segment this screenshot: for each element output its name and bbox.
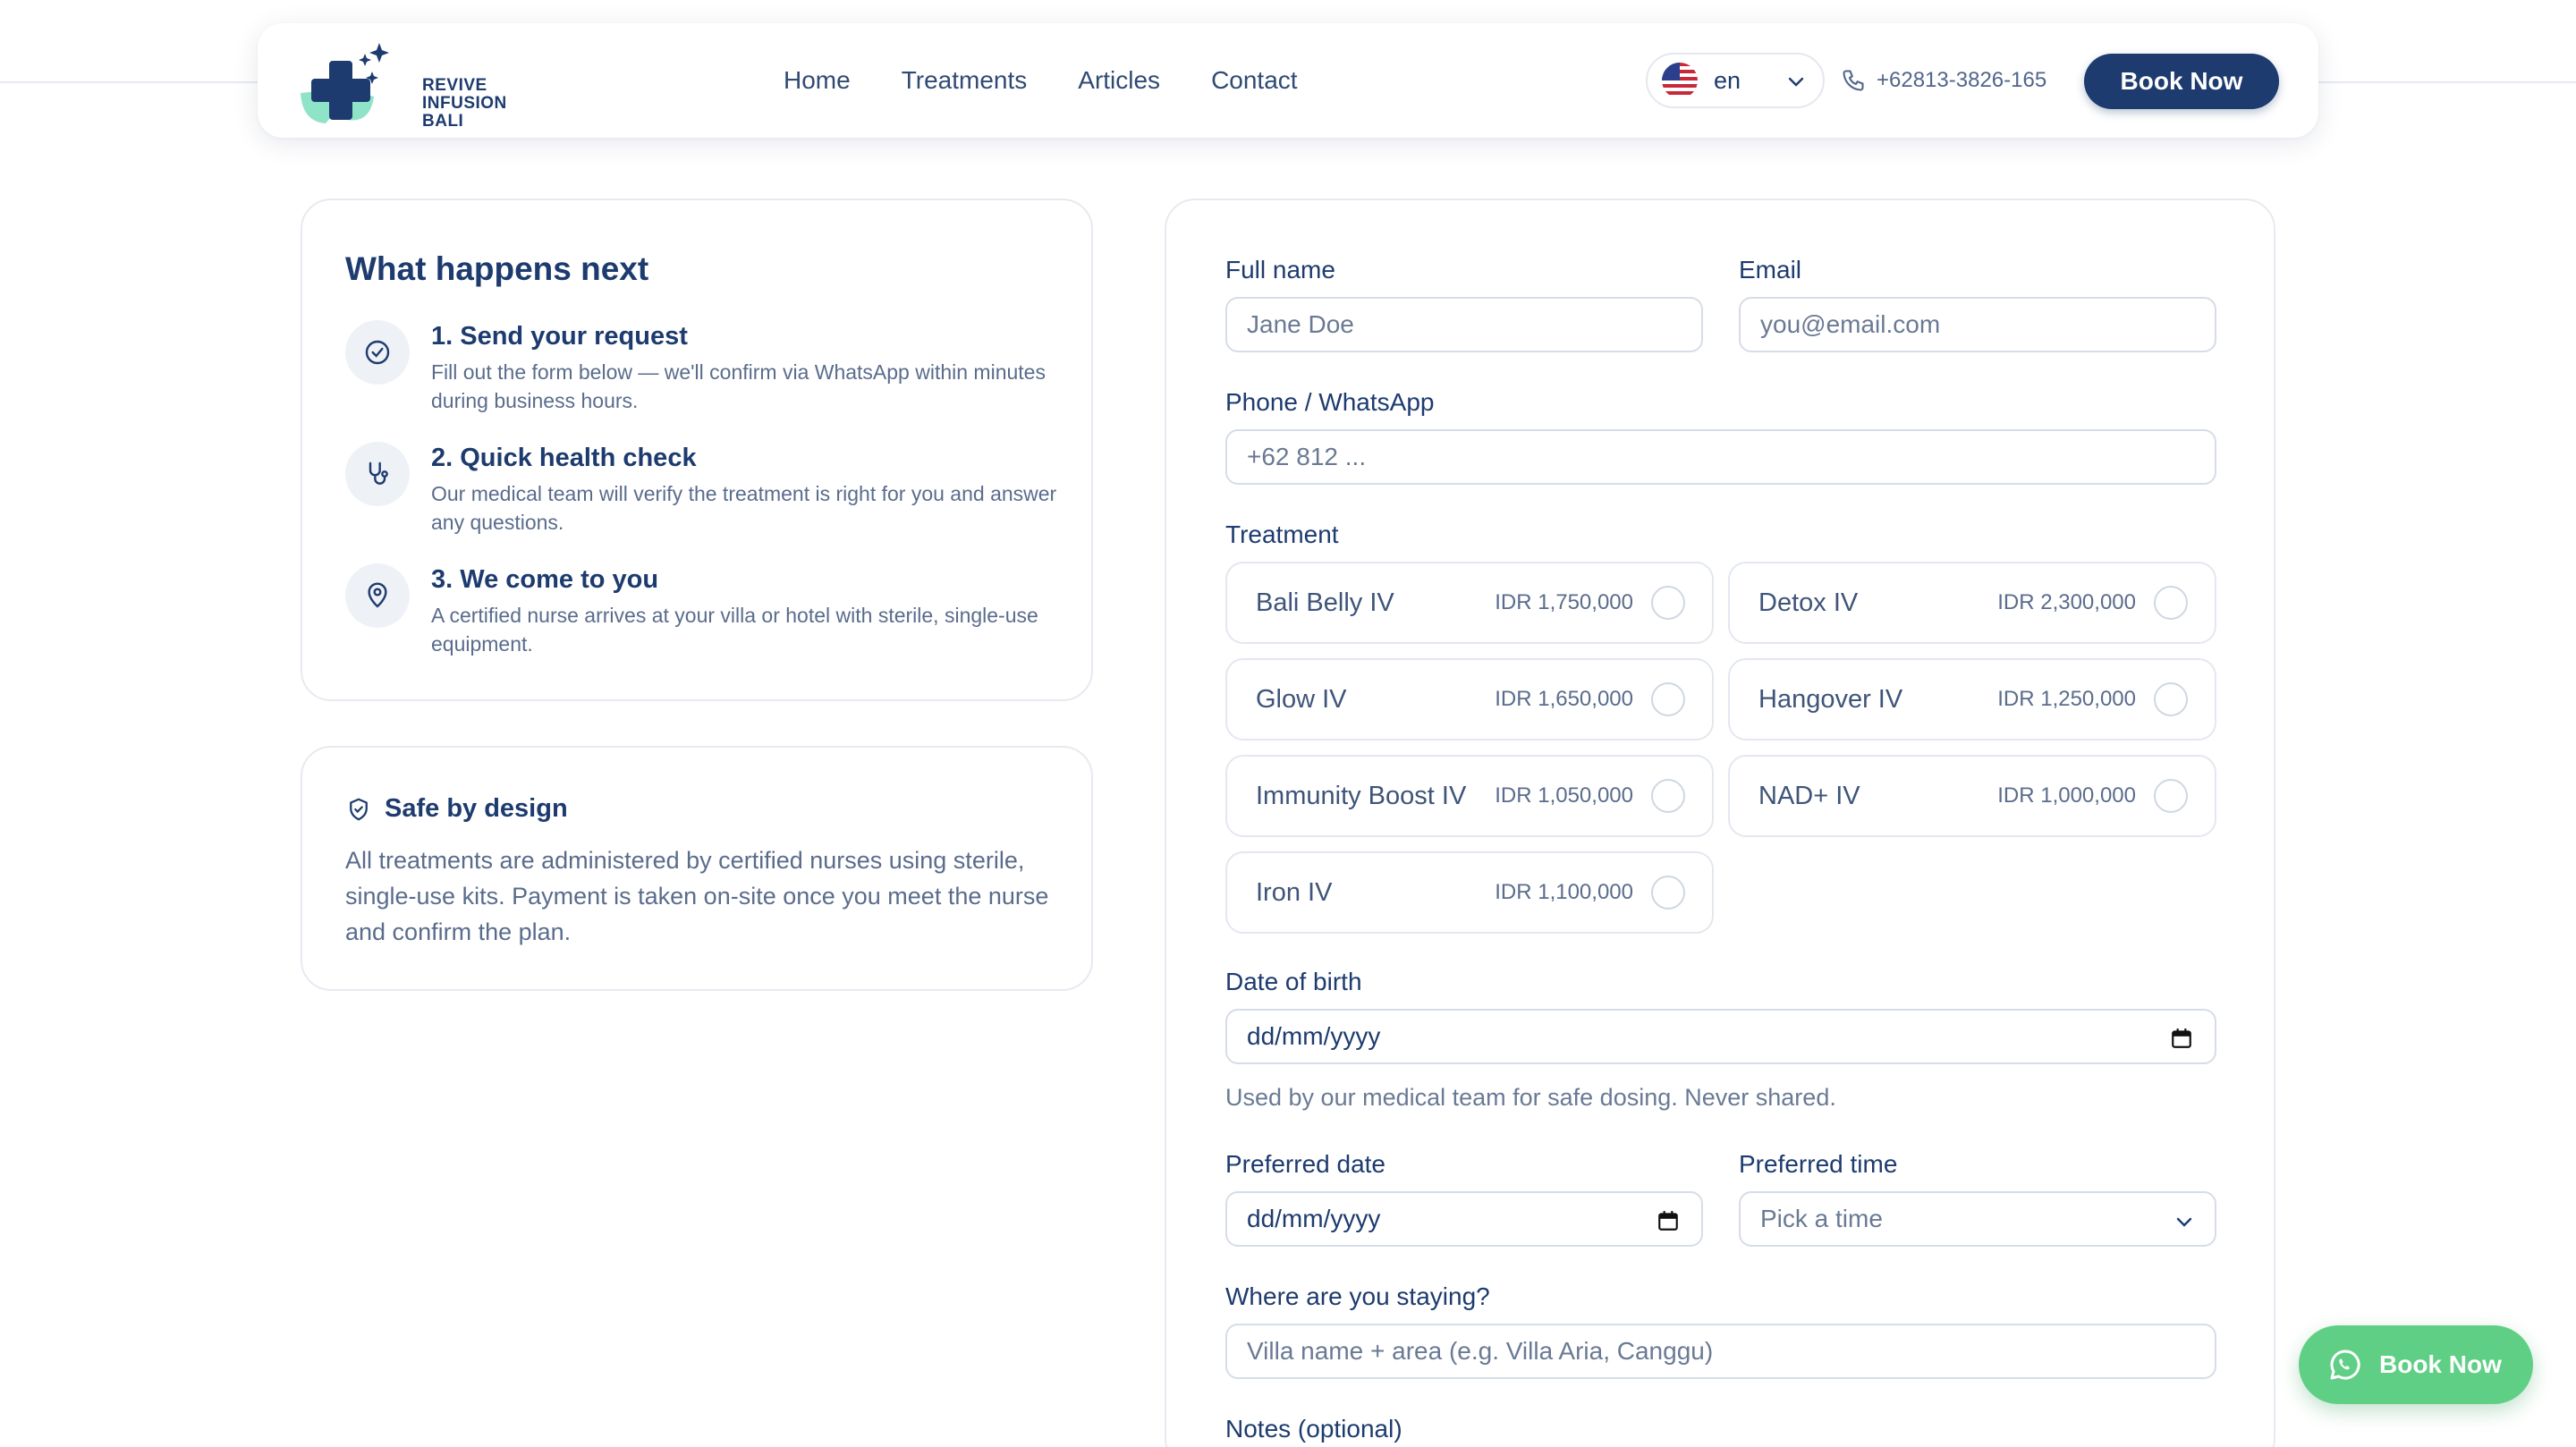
site-header: REVIVE INFUSION BALI Home Treatments Art…: [258, 23, 2318, 138]
step-title: 3. We come to you: [431, 565, 659, 594]
language-select[interactable]: en: [1646, 53, 1825, 108]
treatment-name: Bali Belly IV: [1256, 588, 1394, 617]
safe-title: Safe by design: [345, 794, 568, 824]
treatment-radio[interactable]: [1651, 876, 1685, 910]
phone-number: +62813-3826-165: [1877, 68, 2047, 92]
treatment-name: Iron IV: [1256, 877, 1333, 907]
check-circle-icon: [345, 320, 410, 385]
preferred-time-label: Preferred time: [1739, 1150, 1898, 1178]
phone-label: Phone / WhatsApp: [1225, 388, 1435, 416]
chevron-down-icon: [2176, 1217, 2192, 1227]
treatment-option-bali-belly[interactable]: Bali Belly IV IDR 1,750,000: [1225, 562, 1714, 644]
treatment-name: Glow IV: [1256, 684, 1347, 714]
treatment-option-glow[interactable]: Glow IV IDR 1,650,000: [1225, 658, 1714, 740]
treatment-label: Treatment: [1225, 520, 1339, 548]
treatment-option-nad[interactable]: NAD+ IV IDR 1,000,000: [1728, 755, 2216, 837]
treatment-option-iron[interactable]: Iron IV IDR 1,100,000: [1225, 851, 1714, 934]
phone-icon: [1843, 70, 1864, 91]
calendar-icon[interactable]: [2170, 1027, 2193, 1050]
dob-input[interactable]: dd/mm/yyyy: [1225, 1009, 2216, 1064]
treatment-radio[interactable]: [1651, 586, 1685, 620]
step-title: 1. Send your request: [431, 322, 688, 351]
nav-treatments[interactable]: Treatments: [902, 66, 1028, 95]
step-description: A certified nurse arrives at your villa …: [431, 604, 1038, 656]
us-flag-icon: [1662, 63, 1698, 98]
chevron-down-icon: [1788, 77, 1804, 87]
dob-hint: Used by our medical team for safe dosing…: [1225, 1084, 1836, 1111]
logo-text: REVIVE INFUSION BALI: [422, 76, 507, 131]
whatsapp-icon: [2330, 1350, 2360, 1380]
preferred-time-select[interactable]: Pick a time: [1739, 1191, 2216, 1247]
treatment-option-hangover[interactable]: Hangover IV IDR 1,250,000: [1728, 658, 2216, 740]
stethoscope-icon: [345, 442, 410, 506]
treatment-price: IDR 1,050,000: [1495, 783, 1633, 808]
book-now-button[interactable]: Book Now: [2084, 54, 2279, 109]
step-description: Our medical team will verify the treatme…: [431, 482, 1057, 534]
treatment-name: NAD+ IV: [1758, 781, 1860, 810]
treatment-price: IDR 1,100,000: [1495, 880, 1633, 904]
preferred-date-label: Preferred date: [1225, 1150, 1385, 1178]
preferred-date-input[interactable]: dd/mm/yyyy: [1225, 1191, 1703, 1247]
treatment-radio[interactable]: [2154, 586, 2188, 620]
treatment-name: Detox IV: [1758, 588, 1859, 617]
whatsapp-book-button[interactable]: Book Now: [2299, 1325, 2533, 1404]
treatment-radio[interactable]: [1651, 682, 1685, 716]
full-name-label: Full name: [1225, 256, 1335, 283]
staying-input[interactable]: Villa name + area (e.g. Villa Aria, Cang…: [1225, 1324, 2216, 1379]
safe-description: All treatments are administered by certi…: [345, 847, 1049, 945]
treatment-option-detox[interactable]: Detox IV IDR 2,300,000: [1728, 562, 2216, 644]
logo-mark-icon: [301, 43, 389, 123]
main-nav: Home Treatments Articles Contact: [784, 23, 1298, 138]
calendar-icon[interactable]: [1657, 1209, 1680, 1232]
brand-logo[interactable]: REVIVE INFUSION BALI: [293, 32, 506, 131]
email-input[interactable]: you@email.com: [1739, 297, 2216, 352]
shield-check-icon: [350, 798, 368, 820]
steps-title: What happens next: [345, 250, 649, 287]
language-code: en: [1714, 66, 1741, 94]
treatment-name: Hangover IV: [1758, 684, 1903, 714]
treatment-price: IDR 1,000,000: [1997, 783, 2136, 808]
treatment-option-immunity-boost[interactable]: Immunity Boost IV IDR 1,050,000: [1225, 755, 1714, 837]
phone-link[interactable]: +62813-3826-165: [1841, 23, 2046, 138]
treatment-radio[interactable]: [2154, 779, 2188, 813]
safe-by-design-card: Safe by design All treatments are admini…: [301, 746, 1093, 991]
treatment-name: Immunity Boost IV: [1256, 781, 1467, 810]
treatment-price: IDR 2,300,000: [1997, 590, 2136, 614]
full-name-input[interactable]: Jane Doe: [1225, 297, 1703, 352]
nav-contact[interactable]: Contact: [1211, 66, 1298, 95]
step-description: Fill out the form below — we'll confirm …: [431, 360, 1046, 412]
treatment-price: IDR 1,650,000: [1495, 687, 1633, 711]
treatment-radio[interactable]: [1651, 779, 1685, 813]
staying-label: Where are you staying?: [1225, 1282, 1490, 1310]
phone-input[interactable]: +62 812 ...: [1225, 429, 2216, 485]
booking-form-card: Full name Jane Doe Email you@email.com P…: [1165, 199, 2275, 1447]
nav-home[interactable]: Home: [784, 66, 851, 95]
what-happens-next-card: What happens next 1. Send your request F…: [301, 199, 1093, 701]
notes-label: Notes (optional): [1225, 1415, 1402, 1443]
dob-label: Date of birth: [1225, 968, 1362, 995]
step-title: 2. Quick health check: [431, 444, 697, 472]
nav-articles[interactable]: Articles: [1078, 66, 1160, 95]
treatment-price: IDR 1,250,000: [1997, 687, 2136, 711]
treatment-price: IDR 1,750,000: [1495, 590, 1633, 614]
treatment-radio[interactable]: [2154, 682, 2188, 716]
email-label: Email: [1739, 256, 1802, 283]
map-pin-icon: [345, 563, 410, 628]
